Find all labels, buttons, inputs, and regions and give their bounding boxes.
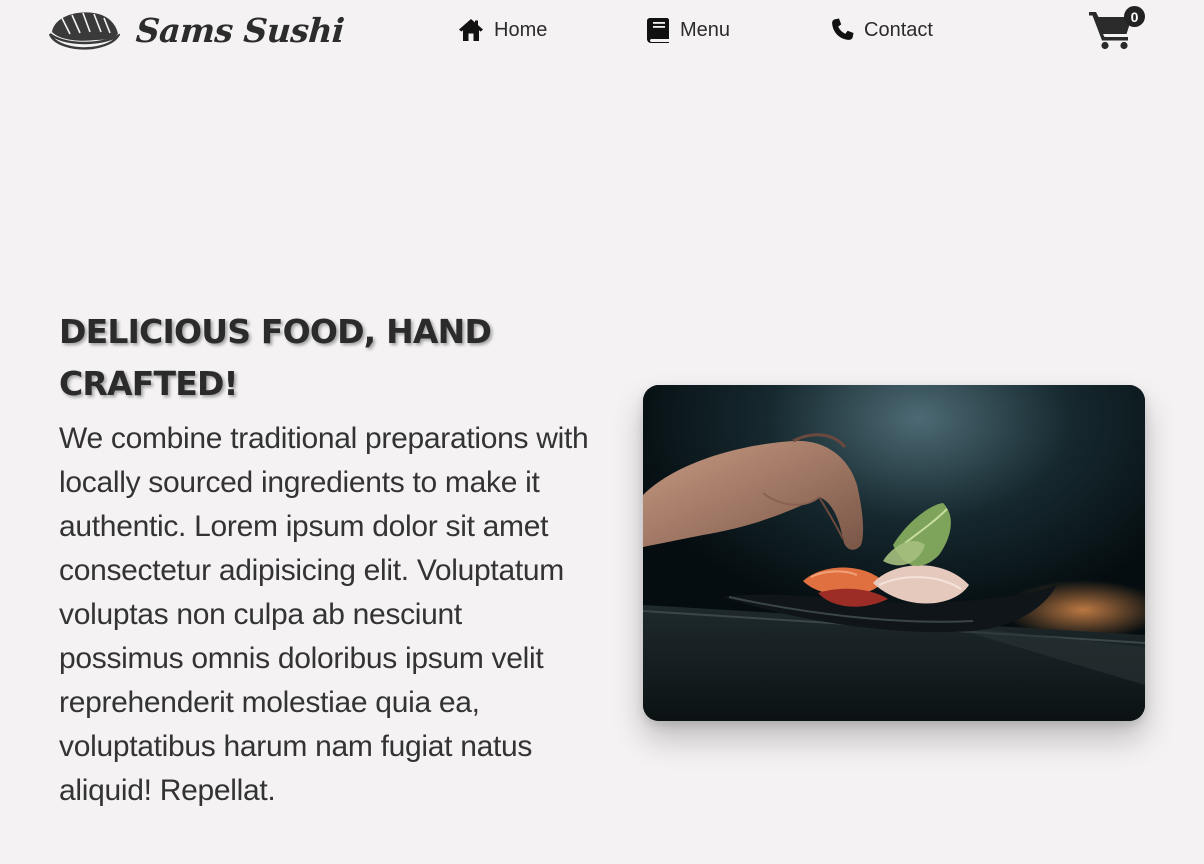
nav-menu-label: Menu xyxy=(680,18,731,41)
navbar: Sams Sushi Home Menu Contact 0 xyxy=(0,0,1204,62)
brand-logo[interactable]: Sams Sushi xyxy=(48,8,346,52)
cart-button[interactable]: 0 xyxy=(1088,6,1148,52)
nav-contact-label: Contact xyxy=(864,18,933,41)
nav-home-link[interactable]: Home xyxy=(458,16,547,44)
phone-icon xyxy=(832,18,854,40)
hero-title: DELICIOUS FOOD, HAND CRAFTED! xyxy=(59,312,492,403)
brand-name: Sams Sushi xyxy=(134,10,346,50)
sushi-nigiri-icon xyxy=(48,12,120,50)
cart-count-badge: 0 xyxy=(1124,6,1145,27)
home-icon xyxy=(459,19,483,41)
chef-plating-sushi-photo xyxy=(643,385,1145,721)
nav-contact-link[interactable]: Contact xyxy=(830,16,933,44)
hero-image xyxy=(643,385,1145,721)
hero-description: We combine traditional preparations with… xyxy=(59,422,589,807)
book-icon xyxy=(647,18,669,43)
nav-menu-link[interactable]: Menu xyxy=(646,16,730,44)
nav-home-label: Home xyxy=(494,18,548,41)
